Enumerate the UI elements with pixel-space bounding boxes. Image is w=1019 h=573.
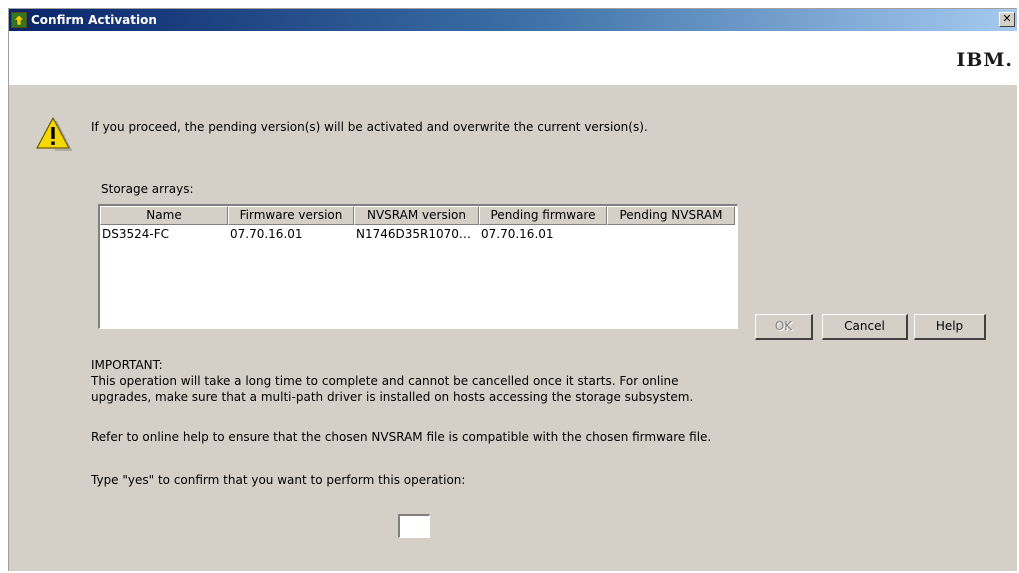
- confirm-activation-dialog: Confirm Activation ✕ IBM. If you proceed…: [8, 8, 1017, 571]
- cell-pending-nvsram: [607, 226, 735, 242]
- warning-icon: [36, 117, 72, 151]
- cell-pending-firmware: 07.70.16.01: [481, 227, 554, 241]
- cell-nvsram-version: N1746D35R1070…: [356, 227, 471, 241]
- help-button[interactable]: Help: [914, 314, 986, 340]
- storage-arrays-label: Storage arrays:: [101, 182, 194, 196]
- ibm-logo: IBM.: [956, 49, 1013, 71]
- cell-firmware-version: 07.70.16.01: [230, 227, 303, 241]
- important-heading: IMPORTANT:: [91, 358, 163, 372]
- cancel-button[interactable]: Cancel: [822, 314, 908, 340]
- confirm-prompt: Type "yes" to confirm that you want to p…: [91, 473, 466, 487]
- cell-name: DS3524-FC: [102, 227, 170, 241]
- close-icon: ✕: [1002, 12, 1012, 25]
- window-title: Confirm Activation: [31, 13, 157, 27]
- nvsram-compatibility-note: Refer to online help to ensure that the …: [91, 430, 712, 444]
- table-row[interactable]: DS3524-FC 07.70.16.01 N1746D35R1070… 07.…: [100, 226, 735, 242]
- column-header-name[interactable]: Name: [100, 206, 228, 225]
- important-text: This operation will take a long time to …: [91, 373, 693, 405]
- header-band: IBM.: [9, 31, 1017, 85]
- column-header-pending-nvsram[interactable]: Pending NVSRAM: [607, 206, 735, 225]
- storage-arrays-table[interactable]: Name Firmware version NVSRAM version Pen…: [98, 204, 738, 329]
- important-line-1: This operation will take a long time to …: [91, 374, 679, 388]
- close-button[interactable]: ✕: [999, 12, 1015, 27]
- important-line-2: upgrades, make sure that a multi-path dr…: [91, 390, 694, 404]
- warning-message: If you proceed, the pending version(s) w…: [91, 120, 648, 134]
- table-header: Name Firmware version NVSRAM version Pen…: [100, 206, 735, 225]
- column-header-pending-firmware[interactable]: Pending firmware: [479, 206, 607, 225]
- column-header-firmware-version[interactable]: Firmware version: [228, 206, 354, 225]
- title-bar[interactable]: Confirm Activation ✕: [9, 9, 1017, 31]
- confirm-yes-input[interactable]: [398, 514, 430, 538]
- ok-button[interactable]: OK: [755, 314, 813, 340]
- app-upload-icon: [11, 12, 27, 28]
- column-header-nvsram-version[interactable]: NVSRAM version: [354, 206, 479, 225]
